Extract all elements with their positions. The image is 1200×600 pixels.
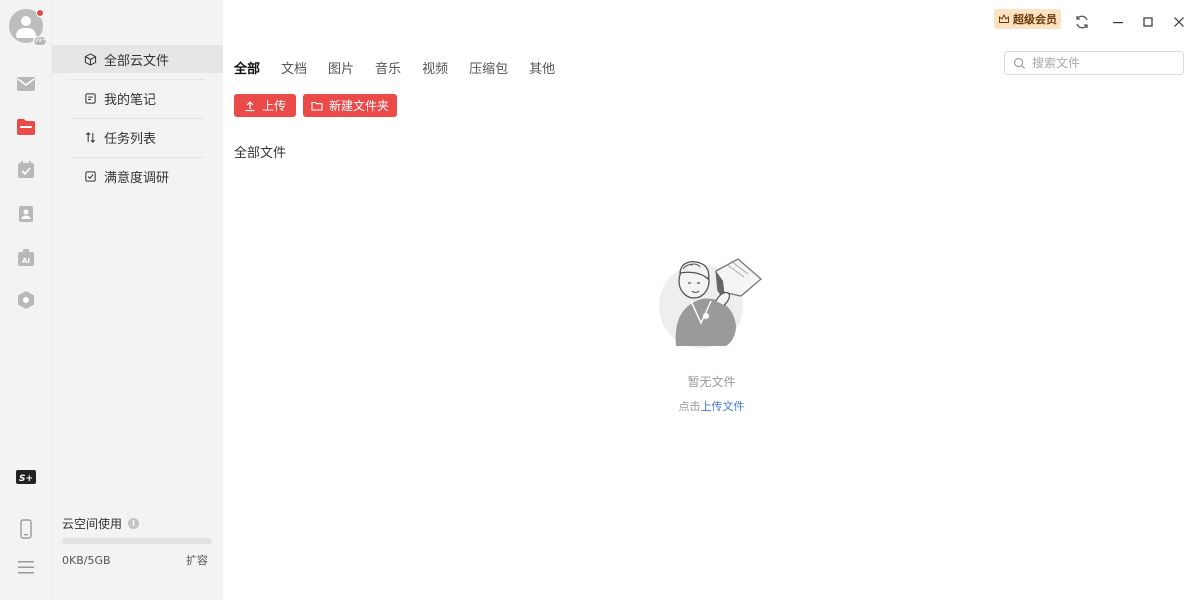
vip-button[interactable]: 超级会员 (994, 9, 1061, 29)
folder-outline-icon (311, 101, 323, 111)
icon-rail: 99+ AI S+ (0, 0, 52, 600)
expand-storage-link[interactable]: 扩容 (186, 552, 208, 568)
storage-label-text: 云空间使用 (62, 517, 123, 531)
app-window: 99+ AI S+ 全部云文件 我的笔记 任务列表 满意度调研 云空间使用 i … (0, 0, 1200, 600)
sort-icon (83, 130, 97, 144)
new-folder-label: 新建文件夹 (328, 99, 389, 113)
hexagon-icon[interactable] (16, 290, 36, 310)
tab-documents[interactable]: 文档 (281, 58, 307, 77)
empty-state-text: 暂无文件 (687, 375, 736, 389)
ai-text: AI (22, 257, 30, 265)
sidebar-item-tasks[interactable]: 任务列表 (52, 123, 223, 151)
search-input[interactable] (1032, 56, 1172, 70)
tab-archives[interactable]: 压缩包 (469, 58, 508, 77)
tab-music[interactable]: 音乐 (375, 58, 401, 77)
sidebar-item-notes[interactable]: 我的笔记 (52, 84, 223, 112)
avatar-head (21, 16, 31, 26)
calendar-icon[interactable] (16, 160, 36, 180)
sidebar-item-label: 满意度调研 (104, 170, 170, 186)
divider (70, 79, 204, 80)
storage-used: 0KB/5GB (62, 554, 111, 567)
upload-icon (245, 100, 255, 111)
checkbox-icon (83, 169, 97, 183)
tab-all[interactable]: 全部 (234, 58, 260, 77)
crown-icon (999, 13, 1009, 23)
info-icon[interactable]: i (128, 518, 140, 529)
notification-dot (36, 9, 44, 17)
avatar[interactable]: 99+ (9, 9, 47, 46)
search-icon (1014, 57, 1026, 69)
s-plus-logo-icon[interactable]: S+ (16, 467, 36, 487)
refresh-icon[interactable] (1072, 12, 1092, 32)
contact-icon[interactable] (16, 204, 36, 224)
close-icon[interactable] (1169, 12, 1189, 32)
s-plus-text: S+ (19, 474, 33, 484)
folder-icon[interactable] (16, 117, 36, 137)
ai-icon[interactable]: AI (16, 248, 36, 268)
empty-state-illustration-icon (659, 258, 762, 348)
storage-progress-bar (62, 538, 212, 544)
tab-other[interactable]: 其他 (529, 58, 555, 77)
vip-label: 超级会员 (1013, 13, 1057, 26)
empty-state-hint: 点击上传文件 (223, 398, 1200, 414)
sidebar-item-label: 全部云文件 (104, 53, 170, 69)
sidebar-item-label: 任务列表 (104, 131, 157, 147)
section-title: 全部文件 (234, 146, 287, 161)
file-type-tabs: 全部 文档 图片 音乐 视频 压缩包 其他 (234, 58, 576, 77)
minimize-icon[interactable] (1108, 12, 1128, 32)
maximize-icon[interactable] (1138, 12, 1158, 32)
sidebar: 全部云文件 我的笔记 任务列表 满意度调研 云空间使用 i 0KB/5GB 扩容 (52, 0, 223, 600)
divider (70, 118, 204, 119)
sidebar-item-all-files[interactable]: 全部云文件 (52, 45, 223, 73)
upload-file-link[interactable]: 上传文件 (701, 400, 745, 413)
storage-label: 云空间使用 i (62, 515, 140, 532)
search-box (1004, 51, 1184, 75)
menu-icon[interactable] (16, 557, 36, 577)
cube-icon (83, 52, 97, 66)
divider (70, 157, 204, 158)
tab-videos[interactable]: 视频 (422, 58, 448, 77)
new-folder-button[interactable]: 新建文件夹 (303, 94, 397, 117)
avatar-body (16, 28, 36, 38)
mail-icon[interactable] (16, 74, 36, 94)
sidebar-item-survey[interactable]: 满意度调研 (52, 162, 223, 190)
sidebar-item-label: 我的笔记 (104, 92, 157, 108)
note-icon (83, 91, 97, 105)
main-panel: 超级会员 全部 文档 图片 音乐 视频 压缩包 其他 上传 (223, 0, 1200, 600)
hint-prefix: 点击 (678, 400, 701, 413)
avatar-badge: 99+ (33, 36, 47, 46)
upload-label: 上传 (261, 99, 286, 113)
phone-icon[interactable] (16, 519, 36, 539)
tab-images[interactable]: 图片 (328, 58, 354, 77)
upload-button[interactable]: 上传 (234, 94, 296, 117)
